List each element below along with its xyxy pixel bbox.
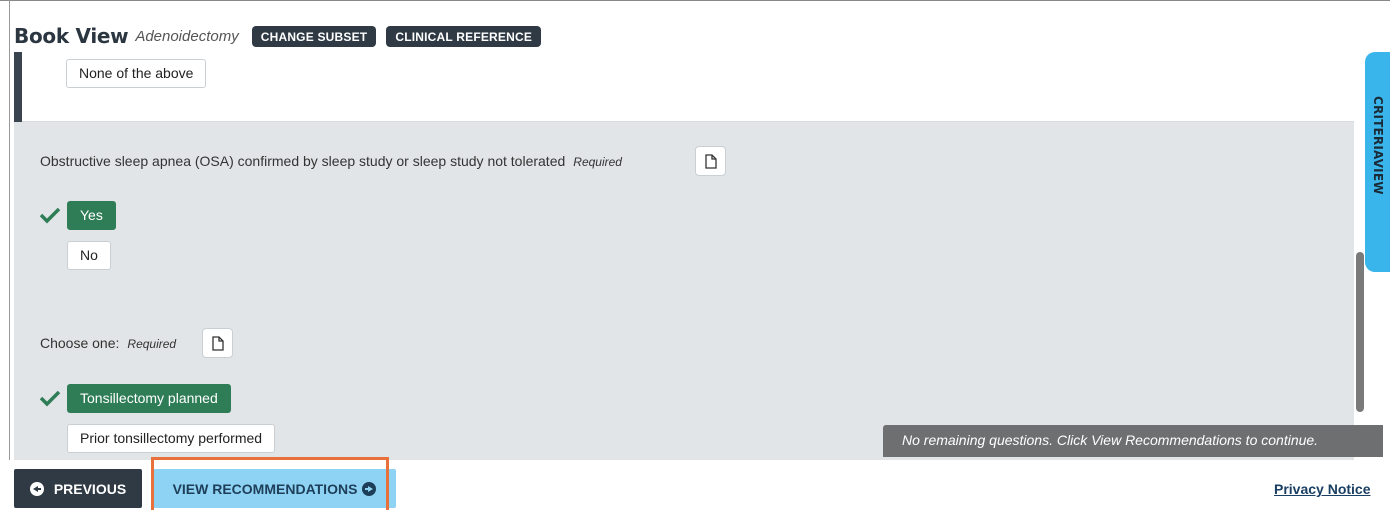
option-yes[interactable]: Yes [67,201,116,230]
option-prior-tonsillectomy[interactable]: Prior tonsillectomy performed [67,424,276,453]
question-label: Obstructive sleep apnea (OSA) confirmed … [40,153,566,169]
left-border [9,0,10,460]
option-none-of-the-above[interactable]: None of the above [66,59,207,88]
document-icon[interactable] [695,146,726,176]
question-label: Choose one: [40,335,120,351]
criteriaview-label: CRITERIAVIEW [1371,96,1385,195]
check-icon [39,207,61,224]
question-panel: Obstructive sleep apnea (OSA) confirmed … [14,122,1354,460]
header: Book View Adenoidectomy CHANGE SUBSET CL… [14,23,542,49]
section-indicator-bar [14,52,22,122]
status-toast: No remaining questions. Click View Recom… [883,425,1383,457]
view-recommendations-button[interactable]: VIEW RECOMMENDATIONS [153,469,396,508]
view-recommendations-label: VIEW RECOMMENDATIONS [172,480,358,497]
previous-label: PREVIOUS [53,480,127,497]
question-text: Obstructive sleep apnea (OSA) confirmed … [40,153,622,169]
clinical-reference-button[interactable]: CLINICAL REFERENCE [386,25,542,47]
check-icon [39,390,61,407]
option-no[interactable]: No [67,241,111,270]
change-subset-button[interactable]: CHANGE SUBSET [251,25,377,47]
document-icon[interactable] [202,328,233,358]
previous-button[interactable]: PREVIOUS [14,469,142,508]
arrow-right-circle-icon [362,481,377,496]
previous-question-section: None of the above [14,52,1354,122]
question-text: Choose one: Required [40,335,176,351]
scrollbar-thumb[interactable] [1356,252,1364,412]
page-subtitle: Adenoidectomy [135,27,239,45]
required-label: Required [127,337,177,351]
criteriaview-tab[interactable]: CRITERIAVIEW [1365,52,1390,272]
option-tonsillectomy-planned[interactable]: Tonsillectomy planned [67,384,231,413]
page-title: Book View [14,24,129,48]
privacy-notice-link[interactable]: Privacy Notice [1274,481,1371,497]
top-border [0,0,1390,1]
required-label: Required [573,155,622,169]
arrow-left-circle-icon [29,481,44,496]
